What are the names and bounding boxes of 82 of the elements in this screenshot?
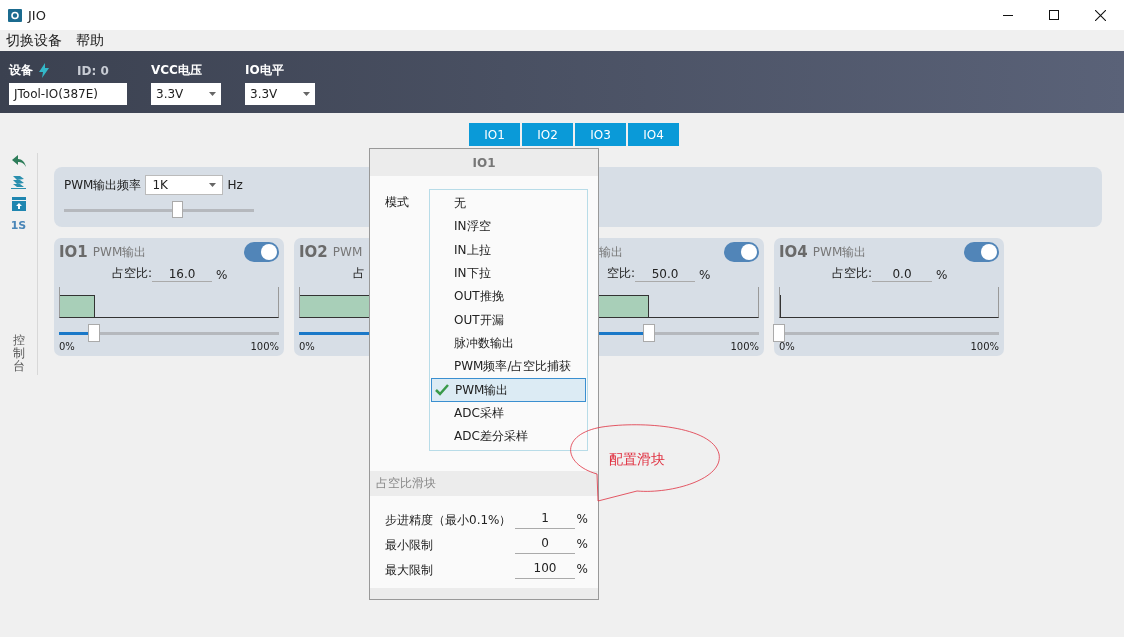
slider-thumb[interactable] <box>773 324 785 342</box>
scale-max: 100% <box>970 341 999 352</box>
device-id: ID: 0 <box>77 63 109 78</box>
caret-icon <box>303 92 310 96</box>
io-title: IO1 <box>59 243 88 261</box>
interval-label[interactable]: 1S <box>10 219 27 232</box>
slider-thumb[interactable] <box>643 324 655 342</box>
caret-icon <box>209 183 217 187</box>
setting-field[interactable]: 0 <box>515 536 575 555</box>
toggle-switch[interactable] <box>724 242 759 262</box>
mode-list[interactable]: 无 IN浮空 IN上拉 IN下拉 OUT推挽 OUT开漏 脉冲数输出 PWM频率/占空比捕获 PWM输出 ADC采样 ADC差分采样 <box>429 189 588 452</box>
section-title: 占空比滑块 <box>376 475 436 493</box>
mode-option[interactable]: OUT开漏 <box>431 308 586 332</box>
setting-field[interactable]: 1 <box>515 511 575 530</box>
mode-label: 模式 <box>385 194 410 211</box>
io-title: IO2 <box>299 243 328 261</box>
caret-icon <box>209 92 216 96</box>
mode-option[interactable]: PWM输出 <box>431 378 586 402</box>
lightning-icon <box>39 63 49 78</box>
vcc-label: VCC电压 <box>151 62 203 79</box>
percent-label: % <box>576 512 588 529</box>
io-level-select[interactable]: 3.3V <box>245 83 315 105</box>
close-icon[interactable] <box>1095 9 1106 21</box>
mode-option[interactable]: IN上拉 <box>431 238 586 262</box>
toggle-switch[interactable] <box>964 242 999 262</box>
duty-label: 占空比: <box>110 265 152 282</box>
io-title: IO4 <box>779 243 808 261</box>
io-level-label: IO电平 <box>245 62 285 79</box>
percent-label: % <box>576 562 588 579</box>
percent-label: % <box>699 268 711 282</box>
setting-field[interactable]: 100 <box>515 561 575 580</box>
window-title: JIO <box>28 7 46 23</box>
duty-field[interactable]: 16.0 <box>152 267 212 282</box>
app-icon <box>8 8 22 22</box>
mode-label: PWM输出 <box>812 243 867 261</box>
setting-label: 最小限制 <box>385 537 434 555</box>
mode-option[interactable]: 无 <box>431 192 586 216</box>
scale-max: 100% <box>250 341 279 352</box>
duty-field[interactable]: 0.0 <box>872 267 932 282</box>
percent-label: % <box>576 537 588 554</box>
popup-title: IO1 <box>472 155 496 170</box>
mode-option[interactable]: 脉冲数输出 <box>431 331 586 356</box>
scale-max: 100% <box>730 341 759 352</box>
scale-min: 0% <box>299 341 315 352</box>
mode-label: 输出 <box>599 243 623 261</box>
maximize-icon[interactable] <box>1049 10 1059 20</box>
mode-label: PWM输出 <box>92 243 147 261</box>
stack-icon[interactable] <box>11 175 26 189</box>
mode-option[interactable]: IN浮空 <box>431 215 586 239</box>
vcc-select[interactable]: 3.3V <box>151 83 221 105</box>
undo-icon[interactable] <box>11 155 26 167</box>
mode-option[interactable]: PWM频率/占空比捕获 <box>431 355 586 379</box>
scale-min: 0% <box>59 341 75 352</box>
slider-thumb[interactable] <box>172 201 183 218</box>
console-label[interactable]: 控制台 <box>12 334 25 374</box>
callout-text: 配置滑块 <box>609 451 665 469</box>
percent-label: % <box>936 268 948 282</box>
check-icon <box>435 384 449 396</box>
unit-label: Hz <box>227 178 243 192</box>
mode-option[interactable]: ADC差分采样 <box>431 424 586 449</box>
duty-field[interactable]: 50.0 <box>635 267 695 282</box>
duty-label: 占 <box>352 265 365 282</box>
setting-label: 步进精度（最小0.1%） <box>385 512 513 530</box>
menu-item[interactable]: 切换设备 <box>6 31 62 50</box>
mode-option[interactable]: IN下拉 <box>431 261 586 286</box>
menu-item[interactable]: 帮助 <box>76 31 104 50</box>
mode-option[interactable]: OUT推挽 <box>431 285 586 309</box>
upload-icon[interactable] <box>11 197 26 211</box>
duty-label: 占空比: <box>830 265 872 282</box>
percent-label: % <box>216 268 228 282</box>
frequency-select[interactable]: 1K <box>145 175 224 195</box>
slider-thumb[interactable] <box>88 324 101 342</box>
setting-label: 最大限制 <box>385 562 434 580</box>
minimize-icon[interactable] <box>1003 14 1013 16</box>
frequency-label: PWM输出频率 <box>64 176 142 194</box>
mode-option[interactable]: ADC采样 <box>431 401 586 425</box>
device-field[interactable]: JTool-IO(387E) <box>9 83 127 105</box>
mode-label: PWM <box>332 245 363 259</box>
duty-label: 空比: <box>605 265 635 282</box>
device-label: 设备 <box>9 62 33 79</box>
scale-min: 0% <box>779 341 795 352</box>
toggle-switch[interactable] <box>244 242 279 262</box>
